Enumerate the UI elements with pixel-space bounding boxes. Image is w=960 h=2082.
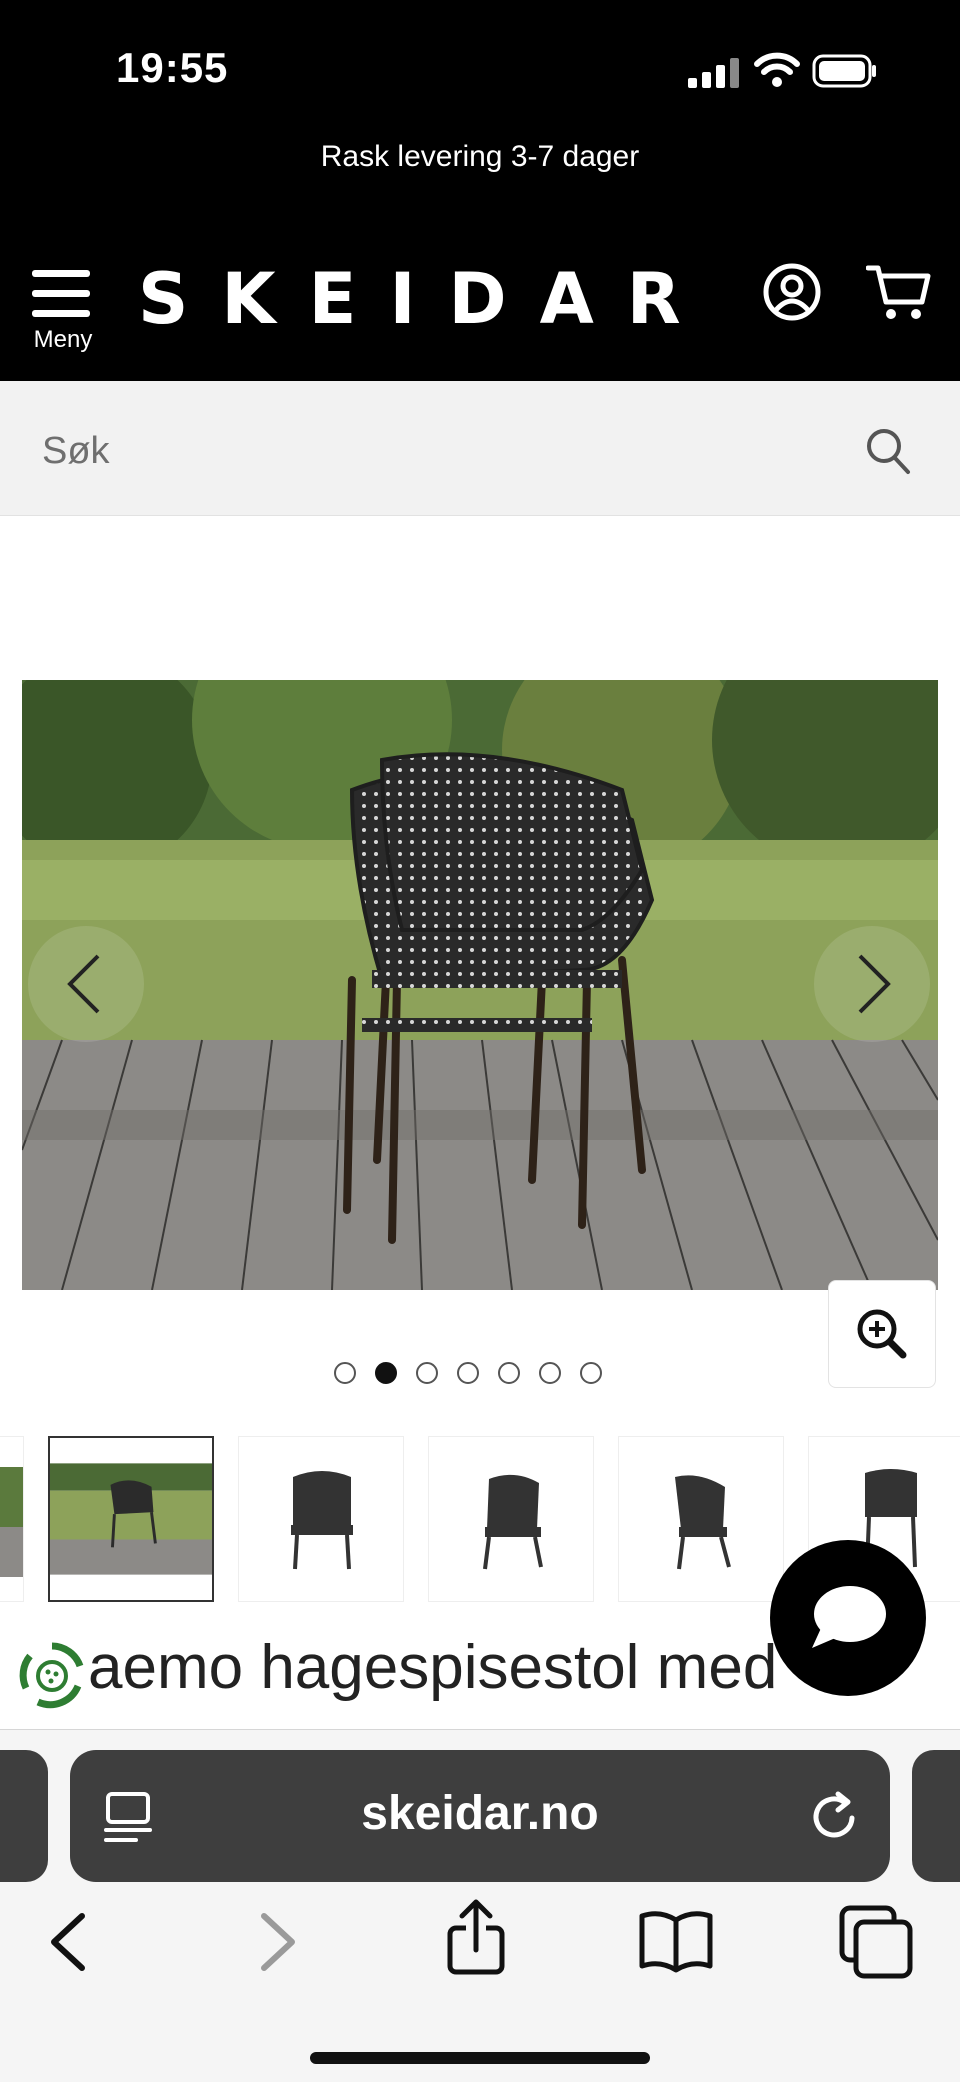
pagination-dot[interactable] [416,1362,438,1384]
reload-icon[interactable] [806,1788,864,1846]
tabs-icon[interactable] [836,1902,916,1982]
thumbnail[interactable] [618,1436,784,1602]
pagination-dot[interactable] [580,1362,602,1384]
promo-banner: Rask levering 3-7 dager [320,140,640,173]
chevron-right-icon [858,954,891,1014]
wifi-icon [754,52,800,87]
account-icon[interactable] [762,262,822,322]
chevron-left-icon [67,954,100,1014]
pagination-dot-active[interactable] [375,1362,397,1384]
next-tab-preview[interactable] [912,1750,960,1882]
cellular-signal-icon [688,58,739,88]
search-input[interactable] [40,422,844,480]
url-text[interactable]: skeidar.no [70,1786,890,1841]
battery-icon [812,54,876,88]
back-icon[interactable] [30,1902,110,1982]
menu-icon[interactable] [30,268,94,320]
eco-recycle-icon [19,1642,84,1709]
pagination-dot[interactable] [539,1362,561,1384]
product-image[interactable] [22,680,938,1290]
skeidar-logo[interactable]: SKEIDAR [138,258,714,340]
thumbnail-selected[interactable] [48,1436,214,1602]
forward-icon[interactable] [236,1902,316,1982]
cart-icon[interactable] [866,262,932,322]
zoom-button[interactable] [828,1280,936,1388]
zoom-in-icon [857,1309,907,1359]
search-icon[interactable] [864,426,912,476]
pagination-dot[interactable] [457,1362,479,1384]
thumbnail[interactable] [428,1436,594,1602]
next-image-button[interactable] [814,926,930,1042]
status-time: 19:55 [116,44,229,91]
pagination-dot[interactable] [334,1362,356,1384]
bookmarks-icon[interactable] [636,1902,716,1982]
home-indicator [310,2052,650,2064]
menu-label[interactable]: Meny [18,326,108,354]
previous-tab-preview[interactable] [0,1750,48,1882]
thumbnail[interactable] [238,1436,404,1602]
pagination-dot[interactable] [498,1362,520,1384]
share-icon[interactable] [436,1898,516,1978]
thumbnail[interactable] [0,1436,24,1602]
previous-image-button[interactable] [28,926,144,1042]
image-pagination [334,1362,602,1390]
product-title: aemo hagespisestol med [88,1633,778,1702]
